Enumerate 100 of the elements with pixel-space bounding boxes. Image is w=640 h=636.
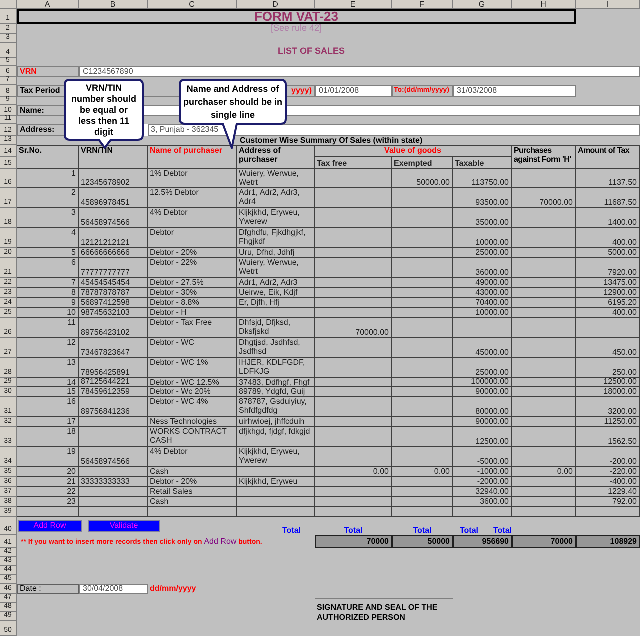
table-cell	[453, 318, 512, 338]
table-cell: 89756423102	[79, 318, 148, 338]
table-cell: 23	[17, 497, 79, 507]
column-header: E	[315, 0, 392, 9]
table-cell	[392, 228, 453, 248]
table-cell: Kljkjkhd, Eryweu	[237, 477, 315, 487]
select-all-corner[interactable]	[0, 0, 17, 9]
table-cell: 22	[17, 487, 79, 497]
table-cell	[392, 308, 453, 318]
table-cell: 37483, Ddfhgf, Fhgf	[237, 378, 315, 387]
table-cell: 70000.00	[315, 318, 392, 338]
table-cell	[392, 397, 453, 417]
table-cell: 10	[17, 308, 79, 318]
column-header: Exempted	[392, 157, 453, 169]
table-cell: 3200.00	[576, 397, 640, 417]
table-cell	[392, 288, 453, 298]
table-cell: -1000.00	[453, 467, 512, 477]
table-cell: WORKS CONTRACT CASH	[148, 427, 237, 447]
table-cell: Retail Sales	[148, 487, 237, 497]
table-cell	[79, 467, 148, 477]
table-cell: 12345678902	[79, 169, 148, 188]
table-cell: 12.5% Debtor	[148, 188, 237, 208]
table-cell: 11250.00	[576, 417, 640, 427]
table-cell: Debtor - 20%	[148, 477, 237, 487]
date-field[interactable]: 01/01/2008	[315, 85, 392, 97]
table-cell: 4	[17, 228, 79, 248]
column-header: Purchases against Form 'H'	[512, 145, 576, 169]
date-field[interactable]: 30/04/2008	[79, 584, 148, 594]
table-cell	[79, 497, 148, 507]
table-cell: 36000.00	[453, 258, 512, 278]
table-cell: 0.00	[512, 467, 576, 477]
table-cell: 11	[17, 318, 79, 338]
table-cell: 10000.00	[453, 308, 512, 318]
signature-caption: SIGNATURE AND SEAL OF THE AUTHORIZED PERSON	[317, 603, 439, 623]
table-cell: 87125644221	[79, 378, 148, 387]
table-cell	[512, 447, 576, 467]
table-cell: 32940.00	[453, 487, 512, 497]
table-cell: 73467823647	[79, 338, 148, 358]
column-header: Amount of Tax	[576, 145, 640, 169]
table-cell: 250.00	[576, 358, 640, 378]
table-cell: 1562.50	[576, 427, 640, 447]
field-label: Date :	[17, 584, 79, 594]
table-cell	[392, 278, 453, 288]
table-cell: 18	[17, 427, 79, 447]
address-field[interactable]: 3, Punjab - 362345	[148, 124, 640, 136]
table-cell	[392, 208, 453, 228]
table-cell	[392, 298, 453, 308]
table-cell: Debtor	[148, 228, 237, 248]
table-cell: 89756841236	[79, 397, 148, 417]
table-cell: 3600.00	[453, 497, 512, 507]
table-cell: 5	[17, 248, 79, 258]
table-cell: 7	[17, 278, 79, 288]
table-cell: Uru, Dfhd, Jdhfj	[237, 248, 315, 258]
table-cell: 93500.00	[453, 188, 512, 208]
table-cell	[392, 427, 453, 447]
table-cell	[392, 188, 453, 208]
table-cell: Debtor - WC 4%	[148, 397, 237, 417]
vrn-field[interactable]: C1234567890	[79, 66, 640, 77]
table-cell	[512, 497, 576, 507]
table-cell	[392, 378, 453, 387]
table-cell: 400.00	[576, 228, 640, 248]
table-cell	[79, 417, 148, 427]
table-cell: 89789, Ydgfd, Guij	[237, 387, 315, 397]
table-cell: 98745632103	[79, 308, 148, 318]
total-value: 70000	[315, 535, 392, 548]
total-label: Total	[493, 526, 512, 535]
table-cell: 78956425891	[79, 358, 148, 378]
table-cell: 43000.00	[453, 288, 512, 298]
table-cell: 113750.00	[453, 169, 512, 188]
table-cell: -220.00	[576, 467, 640, 477]
table-cell: 4% Debtor	[148, 208, 237, 228]
table-cell	[79, 507, 148, 517]
column-header: H	[512, 0, 576, 9]
column-header: G	[453, 0, 512, 9]
table-cell	[392, 258, 453, 278]
table-cell: 792.00	[576, 497, 640, 507]
table-cell	[392, 477, 453, 487]
table-cell	[512, 258, 576, 278]
table-cell: Cash	[148, 497, 237, 507]
table-cell	[17, 507, 79, 517]
table-cell	[392, 248, 453, 258]
table-cell: 5000.00	[576, 248, 640, 258]
table-cell: 1400.00	[576, 208, 640, 228]
table-cell: 77777777777	[79, 258, 148, 278]
table-cell: Debtor - 20%	[148, 248, 237, 258]
table-cell: 35000.00	[453, 208, 512, 228]
column-header: B	[79, 0, 148, 9]
form-subtitle: [See rule 42]	[270, 24, 324, 34]
column-header: Taxable	[453, 157, 512, 169]
table-cell: 0.00	[315, 467, 392, 477]
form-title: FORM VAT-23	[17, 9, 576, 24]
date-field[interactable]: 31/03/2008	[453, 85, 576, 97]
table-cell: uirhwioej, jhffcduih	[237, 417, 315, 427]
table-cell: dfjkhgd, fjdgf, fdkgjd	[237, 427, 315, 447]
total-value: 70000	[512, 535, 576, 548]
table-cell: 17	[17, 417, 79, 427]
total-value: 108929	[576, 535, 640, 548]
table-cell	[576, 318, 640, 338]
table-cell: -400.00	[576, 477, 640, 487]
table-cell	[576, 507, 640, 517]
